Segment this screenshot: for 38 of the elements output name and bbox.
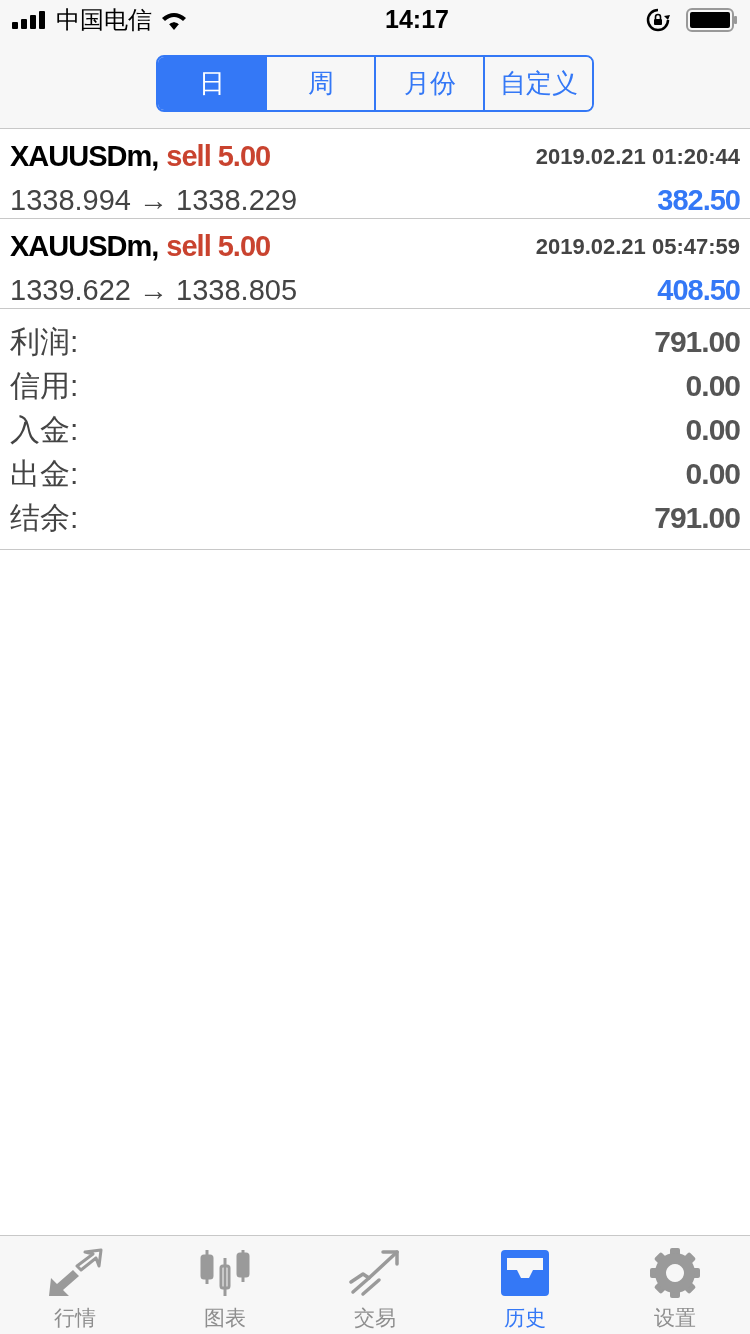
summary-label: 信用: [10,367,79,404]
tab-bar-item[interactable]: 历史 [450,1236,600,1334]
trade-action: sell 5.00 [166,139,271,174]
symbol-label: XAUUSDm, [10,139,159,174]
rotation-lock-icon [646,8,670,32]
signal-icon [12,11,48,29]
summary-value: 0.00 [685,367,740,404]
tab-bar-item[interactable]: 交易 [300,1236,450,1334]
summary-label: 结余: [10,499,79,536]
tab-bar-item[interactable]: 行情 [0,1236,150,1334]
profit-value: 408.50 [657,272,740,308]
summary-value: 0.00 [685,411,740,448]
tab-bar-item[interactable]: 设置 [600,1236,750,1334]
profit-value: 382.50 [657,182,740,218]
period-tab[interactable]: 日 [158,57,265,110]
trade-time: 2019.02.21 05:47:59 [535,233,740,262]
summary-value: 791.00 [654,499,740,536]
battery-icon [686,8,738,32]
summary-value: 791.00 [654,323,740,360]
price-change: 1338.994 → 1338.229 [10,182,298,218]
trade-time: 2019.02.21 01:20:44 [535,143,740,172]
price-change: 1339.622 → 1338.805 [10,272,298,308]
candlestick-icon [199,1248,251,1298]
clock-time: 14:17 [385,4,449,36]
wifi-icon [160,10,188,30]
summary-label: 利润: [10,323,79,360]
trend-arrow-icon [349,1248,401,1298]
inbox-icon [499,1248,551,1298]
symbol-label: XAUUSDm, [10,229,159,264]
summary-value: 0.00 [685,455,740,492]
trade-action: sell 5.00 [166,229,271,264]
diagonal-arrows-icon [47,1248,103,1298]
carrier-name: 中国电信 [56,5,152,35]
summary-label: 入金: [10,411,79,448]
tab-bar-item[interactable]: 图表 [150,1236,300,1334]
settings-icon [649,1248,701,1298]
summary-label: 出金: [10,455,79,492]
period-tab[interactable]: 自定义 [483,57,592,110]
